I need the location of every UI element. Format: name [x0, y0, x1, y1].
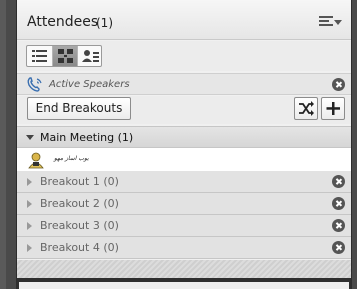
- bottom-separator: [17, 278, 351, 289]
- pod-menu-icon[interactable]: [317, 14, 342, 30]
- right-panel-edge: [352, 0, 357, 289]
- pod-title: Attendees: [27, 14, 99, 30]
- list-view-icon[interactable]: [27, 46, 52, 66]
- main-meeting-label: Main Meeting (1): [40, 131, 134, 144]
- add-breakout-icon[interactable]: [321, 97, 345, 120]
- close-breakout-icon[interactable]: [332, 241, 345, 254]
- attendees-pod: Attendees (1) Active Speakers End Breako…: [16, 0, 352, 289]
- presenter-view-icon[interactable]: [77, 46, 102, 66]
- breakout-room-4[interactable]: Breakout 4 (0): [17, 237, 351, 259]
- breakout-room-1[interactable]: Breakout 1 (0): [17, 171, 351, 193]
- expand-arrow-icon[interactable]: [27, 222, 32, 230]
- next-pod-edge: [19, 282, 349, 289]
- breakout-actions: End Breakouts: [17, 96, 351, 124]
- close-breakout-icon[interactable]: [332, 175, 345, 188]
- expand-arrow-icon[interactable]: [27, 178, 32, 186]
- attendee-name: یوب اساز مهو: [54, 155, 89, 162]
- breakout-label: Breakout 2 (0): [40, 197, 119, 210]
- host-icon: [27, 151, 45, 169]
- breakout-label: Breakout 3 (0): [40, 219, 119, 232]
- main-meeting-room[interactable]: Main Meeting (1): [17, 126, 351, 148]
- end-breakouts-button[interactable]: End Breakouts: [27, 97, 131, 120]
- breakout-label: Breakout 4 (0): [40, 241, 119, 254]
- expand-arrow-icon[interactable]: [27, 200, 32, 208]
- attendee-item[interactable]: یوب اساز مهو: [17, 148, 351, 172]
- pod-header: Attendees (1): [17, 0, 351, 40]
- pod-resize-footer[interactable]: [17, 260, 351, 278]
- left-panel-divider: [6, 0, 16, 289]
- breakout-room-3[interactable]: Breakout 3 (0): [17, 215, 351, 237]
- close-breakout-icon[interactable]: [332, 219, 345, 232]
- breakout-room-2[interactable]: Breakout 2 (0): [17, 193, 351, 215]
- collapse-arrow-icon[interactable]: [26, 135, 34, 140]
- close-active-speakers-icon[interactable]: [332, 78, 345, 91]
- shuffle-icon[interactable]: [294, 97, 318, 120]
- view-toolbar: [17, 41, 351, 71]
- phone-icon: [26, 76, 44, 93]
- active-speakers-row[interactable]: Active Speakers: [17, 73, 351, 95]
- breakout-label: Breakout 1 (0): [40, 175, 119, 188]
- view-toggle-group: [26, 45, 102, 67]
- close-breakout-icon[interactable]: [332, 197, 345, 210]
- expand-arrow-icon[interactable]: [27, 244, 32, 252]
- breakout-view-icon[interactable]: [52, 46, 77, 66]
- attendee-count: (1): [96, 16, 113, 30]
- active-speakers-label: Active Speakers: [49, 79, 130, 90]
